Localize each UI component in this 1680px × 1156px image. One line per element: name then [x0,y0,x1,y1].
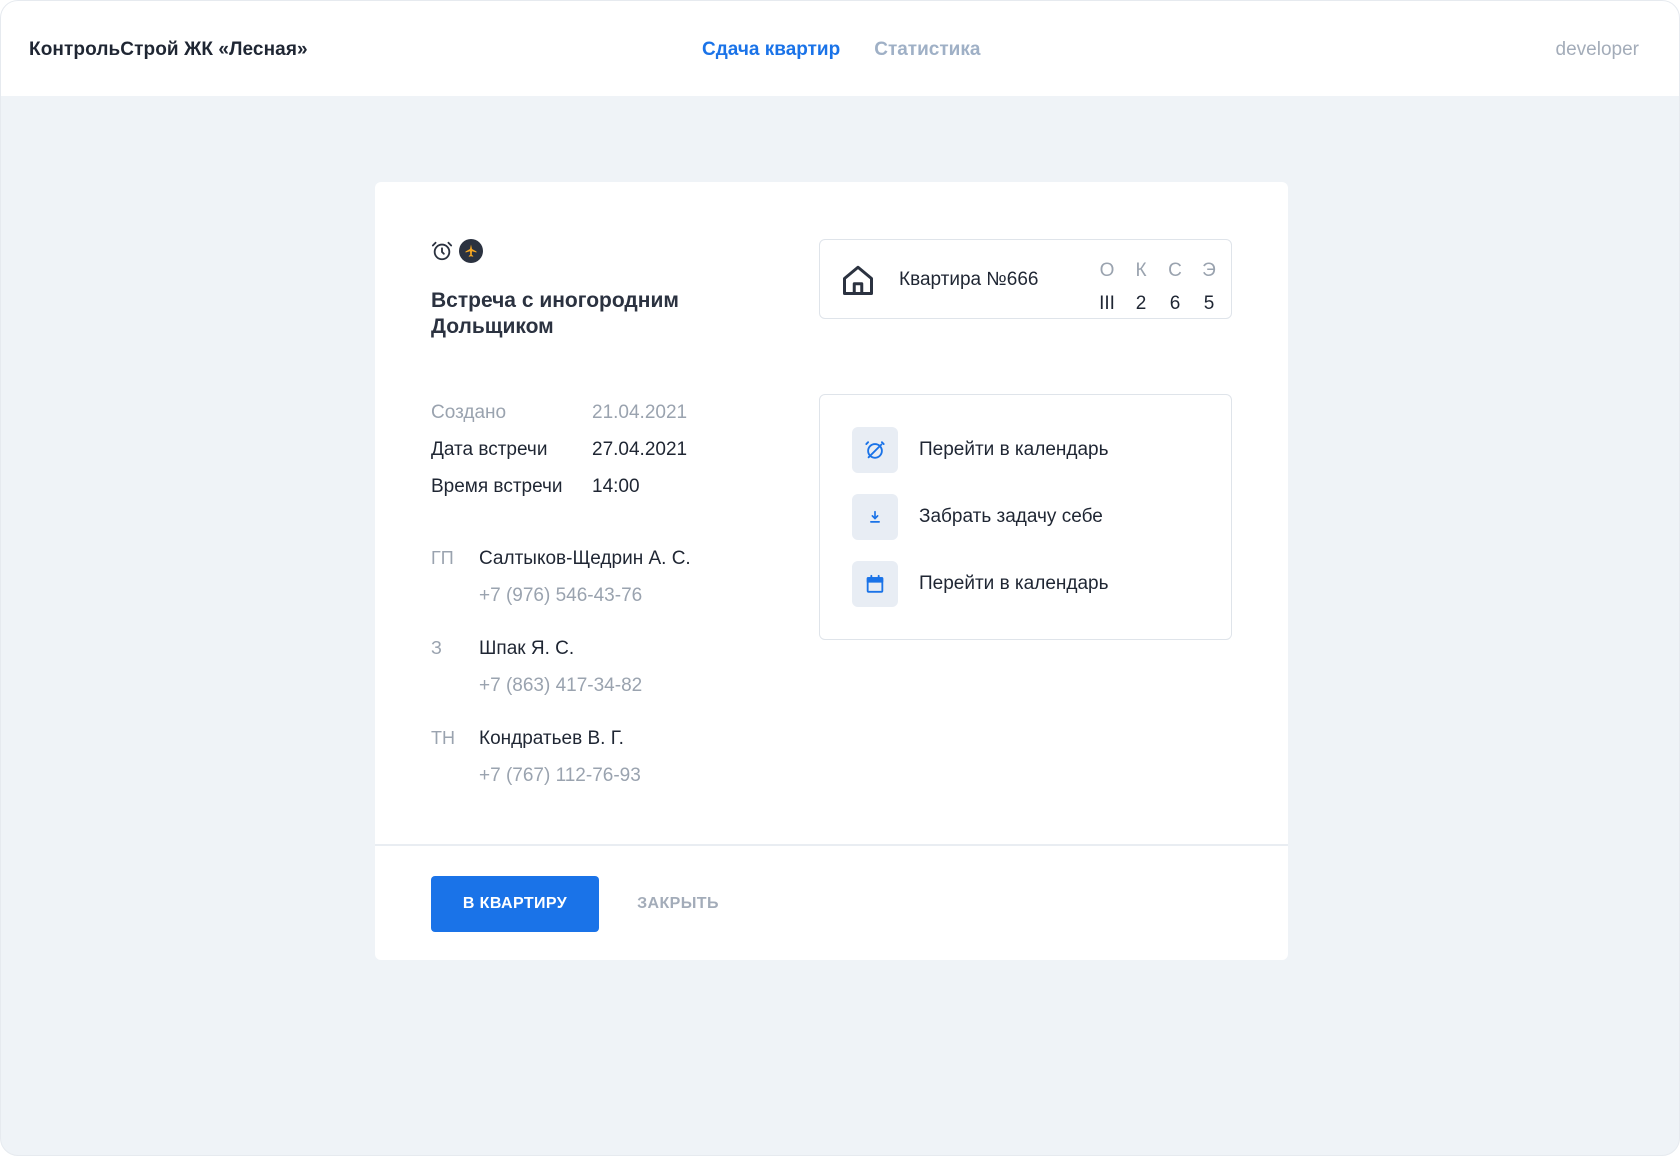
apartment-grid-value-cell: 6 [1169,292,1181,314]
close-button[interactable]: ЗАКРЫТЬ [633,876,723,932]
action-take-task[interactable]: Забрать задачу себе [852,494,1103,540]
alarm-off-icon [852,427,898,473]
contact-name: Салтыков-Щедрин А. С. [479,548,691,569]
task-meta: Создано 21.04.2021 Дата встречи 27.04.20… [431,394,687,505]
meta-meeting-time: Время встречи 14:00 [431,468,687,505]
contact-name: Шпак Я. С. [479,638,575,659]
contact-role: З [431,638,442,658]
meta-value: 14:00 [592,475,640,497]
house-icon [840,262,876,303]
action-label: Перейти в календарь [919,439,1109,460]
actions-panel: Перейти в календарь Забрать задачу себе [819,394,1232,640]
action-label: Забрать задачу себе [919,506,1103,527]
apartment-grid-values: III 2 6 5 [1090,287,1226,320]
card-divider [375,844,1288,846]
top-bar: КонтрольСтрой ЖК «Лесная» Сдача квартир … [1,1,1679,96]
apartment-grid-header-cell: Э [1202,259,1216,281]
contact-phone[interactable]: +7 (976) 546-43-76 [479,585,642,607]
download-icon [852,494,898,540]
to-apartment-button[interactable]: В КВАРТИРУ [431,876,599,932]
contact-role: ГП [431,548,454,568]
contact-phone[interactable]: +7 (767) 112-76-93 [479,765,641,787]
meta-label: Дата встречи [431,438,548,460]
meta-created: Создано 21.04.2021 [431,394,687,431]
airplane-icon [459,239,483,268]
meta-meeting-date: Дата встречи 27.04.2021 [431,431,687,468]
apartment-summary: Квартира №666 О К С Э III 2 6 5 [819,239,1232,319]
contact-role: ТН [431,728,455,748]
meta-value: 21.04.2021 [592,401,688,423]
apartment-grid-value-cell: 2 [1135,292,1147,314]
contact-name: Кондратьев В. Г. [479,728,624,749]
apartment-grid-header-cell: О [1099,259,1115,281]
nav-item-apartments[interactable]: Сдача квартир [702,39,840,61]
nav-item-statistics[interactable]: Статистика [874,39,980,61]
apartment-grid-value-cell: 5 [1203,292,1215,314]
task-title: Встреча с иногородним Дольщиком [431,289,679,338]
main-nav: Сдача квартир Статистика [702,39,980,61]
alarm-clock-icon [431,240,453,267]
meta-value: 27.04.2021 [592,438,688,460]
apartment-title: Квартира №666 [899,269,1039,290]
action-go-to-calendar[interactable]: Перейти в календарь [852,427,1109,473]
action-go-to-calendar[interactable]: Перейти в календарь [852,561,1109,607]
app-window: КонтрольСтрой ЖК «Лесная» Сдача квартир … [0,0,1680,1156]
brand-title: КонтрольСтрой ЖК «Лесная» [29,39,308,60]
contact-phone[interactable]: +7 (863) 417-34-82 [479,675,642,697]
apartment-grid-header-cell: К [1135,259,1147,281]
calendar-icon [852,561,898,607]
status-icons [431,239,483,268]
meta-label: Время встречи [431,475,563,497]
action-label: Перейти в календарь [919,573,1109,594]
apartment-grid-header: О К С Э [1090,254,1226,287]
user-name[interactable]: developer [1556,39,1639,61]
apartment-grid-header-cell: С [1168,259,1182,281]
apartment-grid-value-cell: III [1099,292,1115,314]
apartment-grid: О К С Э III 2 6 5 [1090,254,1226,320]
meta-label: Создано [431,401,507,423]
task-card: Встреча с иногородним Дольщиком Создано … [375,182,1288,960]
